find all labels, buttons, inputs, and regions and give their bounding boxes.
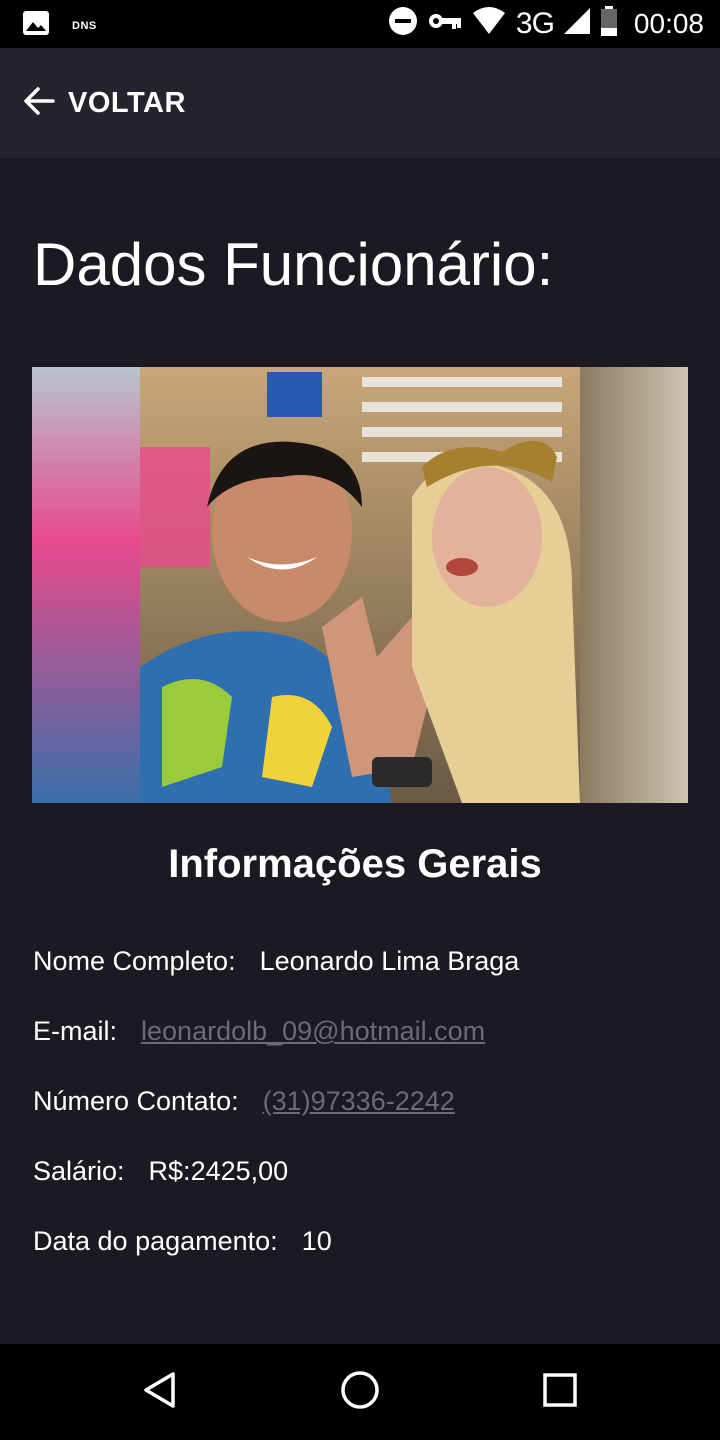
status-time: 00:08 [633,7,704,39]
back-button[interactable]: VOLTAR [22,84,186,123]
info-phone-row: Número Contato: (31)97336-2242 [33,1086,455,1117]
email-label: E-mail: [33,1016,118,1046]
phone-link[interactable]: (31)97336-2242 [263,1086,455,1117]
page-title: Dados Funcionário: [33,231,554,298]
status-left: DNS [22,10,97,41]
phone-label: Número Contato: [33,1086,239,1116]
payday-value: 10 [301,1226,332,1256]
home-circle-icon [338,1368,382,1417]
recents-square-icon [540,1370,580,1415]
nav-home-button[interactable] [332,1364,388,1420]
section-title: Informações Gerais [168,842,542,886]
salary-value: R$:2425,00 [148,1156,289,1186]
vpn-key-icon [428,11,462,36]
system-nav-bar [0,1344,720,1440]
status-right: 3G 00:08 [388,6,704,41]
dnd-icon [388,6,418,41]
nav-back-button[interactable] [132,1364,188,1420]
arrow-left-icon [22,84,56,123]
dns-label: DNS [72,19,97,32]
status-bar: DNS 3G 00:08 [0,0,720,48]
name-value: Leonardo Lima Braga [259,946,520,976]
payday-label: Data do pagamento: [33,1226,278,1256]
battery-icon [600,6,618,41]
signal-icon [563,8,590,39]
network-type: 3G [515,6,555,40]
app-bar: VOLTAR [0,48,720,158]
info-salary-row: Salário: R$:2425,00 [33,1156,288,1187]
salary-label: Salário: [33,1156,125,1186]
info-email-row: E-mail: leonardolb_09@hotmail.com [33,1016,485,1047]
wifi-icon [472,7,506,40]
back-triangle-icon [140,1370,180,1415]
back-label: VOLTAR [68,86,186,119]
nav-recents-button[interactable] [532,1364,588,1420]
employee-photo [32,367,688,803]
info-name-row: Nome Completo: Leonardo Lima Braga [33,946,519,977]
image-icon [22,10,50,41]
info-payday-row: Data do pagamento: 10 [33,1226,332,1257]
employee-details: Dados Funcionário: Informações Gerais No… [0,158,720,1344]
email-link[interactable]: leonardolb_09@hotmail.com [141,1016,485,1047]
name-label: Nome Completo: [33,946,236,976]
